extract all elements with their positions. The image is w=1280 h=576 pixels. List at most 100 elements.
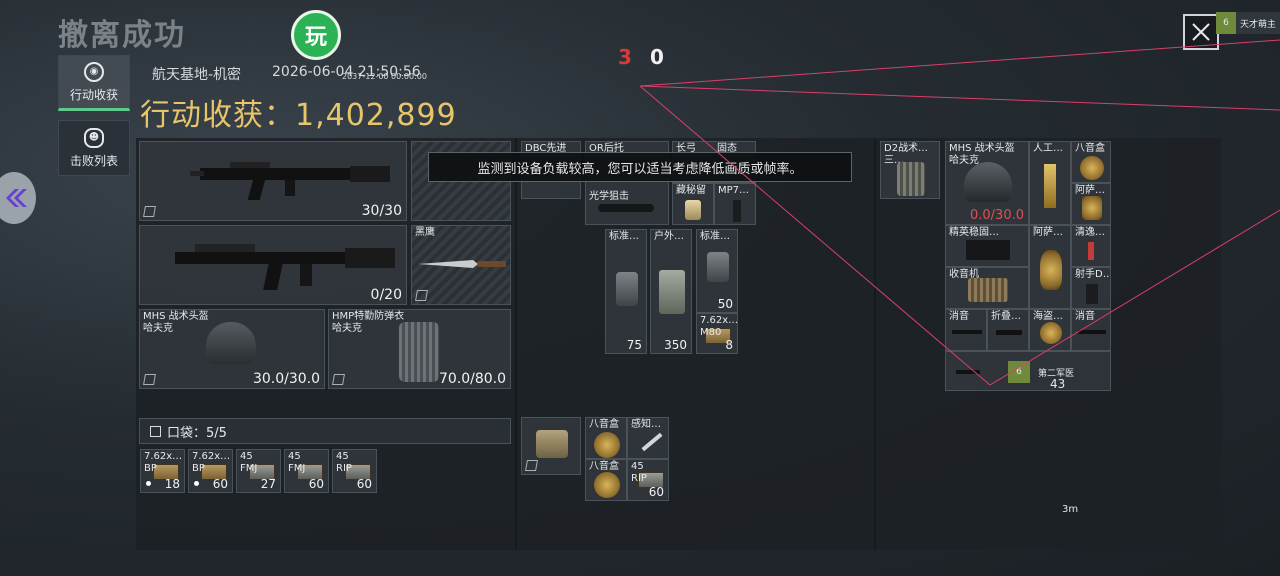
canister-icon: [707, 252, 729, 282]
overlay-time: 2037-12-00 00:00:00: [342, 72, 427, 81]
close-button[interactable]: [1183, 14, 1219, 50]
weapon-part-icon: [956, 370, 980, 374]
backpack-item[interactable]: 消音: [945, 309, 987, 351]
music-box-icon: [594, 432, 620, 458]
weapon-slot-primary[interactable]: 30/30: [139, 141, 407, 221]
item-name: 7.62x… M80: [700, 315, 738, 338]
pocket-item-name: 45 FMJ: [288, 451, 306, 474]
tab-loot[interactable]: ◉ 行动收获: [58, 55, 130, 111]
performance-toast: 监测到设备负载较高，您可以适当考虑降低画质或帧率。: [428, 152, 852, 182]
backpack-item[interactable]: 海盗…: [1029, 309, 1071, 351]
item-name: 八音盒: [1075, 143, 1105, 154]
backpack-item[interactable]: 射手D…: [1071, 267, 1111, 309]
map-location: 航天基地-机密: [152, 67, 242, 83]
back-arrow-button[interactable]: [0, 172, 36, 224]
syringe-icon: [641, 432, 663, 452]
panel-divider: [874, 138, 876, 550]
item-name: 清逸…: [1075, 227, 1105, 238]
lock-icon: [525, 460, 538, 471]
coin-icon: [1040, 322, 1062, 344]
pocket-bar: 口袋：5/5: [139, 418, 511, 444]
canister-icon: [616, 272, 638, 306]
backpack-item[interactable]: MP7…: [714, 183, 756, 225]
weapon-slot-secondary[interactable]: 0/20: [139, 225, 407, 305]
backpack-item[interactable]: 消音: [1071, 309, 1111, 351]
pouch-icon: [536, 430, 568, 458]
backpack-item[interactable]: 户外… 350: [650, 229, 692, 354]
box-icon: [659, 270, 685, 314]
score-red: 3: [618, 45, 632, 69]
item-name: 标准…: [700, 231, 730, 242]
range-indicator: 3m: [1062, 504, 1079, 515]
backpack-item[interactable]: 阿萨…: [1071, 183, 1111, 225]
music-box-icon: [594, 472, 620, 498]
backpack-item[interactable]: MHS 战术头盔 哈夫克 0.0/30.0: [945, 141, 1029, 225]
backpack-item[interactable]: 藏秘留: [672, 183, 714, 225]
backpack-item[interactable]: 标准… 50: [696, 229, 738, 313]
banner-text: 天才萌主: [1240, 19, 1277, 30]
pocket-item[interactable]: 45 FMJ 60: [284, 449, 329, 493]
pocket-item[interactable]: 45 FMJ 27: [236, 449, 281, 493]
pocket-item[interactable]: 7.62x… BP 18: [140, 449, 185, 493]
streamer-logo: 玩: [291, 10, 341, 60]
backpack-item[interactable]: 八音盒: [585, 417, 627, 459]
item-name: 45 RIP: [631, 461, 647, 484]
backpack-item[interactable]: 感知…: [627, 417, 669, 459]
pocket-item-count: 60: [212, 477, 228, 491]
backpack-item[interactable]: 精英稳固…: [945, 225, 1029, 267]
item-name: 户外…: [654, 231, 684, 242]
item-count: 75: [626, 338, 642, 352]
rig-slot[interactable]: D2战术… 三…: [880, 141, 940, 199]
weapon-ammo: 0/20: [370, 287, 402, 303]
rifle-icon: [190, 162, 390, 200]
item-name: 精英稳固…: [949, 227, 999, 238]
item-name: MP7…: [718, 185, 750, 196]
helmet-slot[interactable]: MHS 战术头盔 哈夫克 30.0/30.0: [139, 309, 325, 389]
item-count: 50: [717, 297, 733, 311]
backpack-item[interactable]: 收音机: [945, 267, 1029, 309]
backpack-item[interactable]: 7.62x… M80 8: [696, 313, 738, 354]
item-name: 藏秘留: [676, 185, 706, 196]
backpack-item[interactable]: 折叠…: [987, 309, 1029, 351]
backpack-item[interactable]: 清逸…: [1071, 225, 1111, 267]
tip-count: 43: [1050, 377, 1066, 391]
suppressor-icon: [952, 330, 982, 334]
backpack-item[interactable]: 八音盒: [585, 459, 627, 501]
lock-icon: [332, 374, 345, 385]
item-name: 感知…: [631, 419, 661, 430]
pocket-item[interactable]: 7.62x… BP 60: [188, 449, 233, 493]
grip-icon: [1086, 284, 1098, 304]
armor-name: HMP特勤防弹衣 哈夫克: [332, 311, 405, 334]
pocket-item-count: 60: [356, 477, 372, 491]
pocket-label: 口袋：5/5: [167, 425, 227, 441]
item-name: 消音: [1075, 311, 1095, 322]
backpack-item[interactable]: 45 RIP 60: [627, 459, 669, 501]
pocket-item-name: 45 RIP: [336, 451, 352, 474]
item-count: 350: [664, 338, 687, 352]
close-icon: [1192, 23, 1210, 41]
backpack-item[interactable]: 标准… 75: [605, 229, 647, 354]
backpack-row[interactable]: 6 第二军医 43: [945, 351, 1111, 391]
pocket-icon: [150, 425, 161, 437]
backpack-item[interactable]: 八音盒: [1071, 141, 1111, 183]
helmet-icon: [206, 322, 256, 364]
item-name: 消音: [949, 311, 969, 322]
ammo-roll-icon: [685, 200, 701, 220]
scope-icon: [598, 204, 654, 212]
dot-icon: [194, 481, 199, 486]
tab-kills-label: 击败列表: [69, 153, 118, 168]
golden-cup-icon: [1082, 196, 1102, 220]
backpack-item[interactable]: 人工…: [1029, 141, 1071, 225]
stock-icon: [996, 330, 1022, 335]
magazine-icon: [733, 200, 741, 222]
tab-kills[interactable]: ☻ 击败列表: [58, 120, 130, 176]
weapon-ammo: 30/30: [361, 203, 402, 219]
statue-icon: [1044, 164, 1056, 208]
music-box-icon: [1080, 156, 1104, 180]
armor-slot[interactable]: HMP特勤防弹衣 哈夫克 70.0/80.0: [328, 309, 511, 389]
item-count: 8: [725, 338, 733, 352]
pocket-item[interactable]: 45 RIP 60: [332, 449, 377, 493]
backpack-item[interactable]: [521, 417, 581, 475]
melee-slot[interactable]: 黑鹰: [411, 225, 511, 305]
backpack-item[interactable]: 阿萨…: [1029, 225, 1071, 309]
